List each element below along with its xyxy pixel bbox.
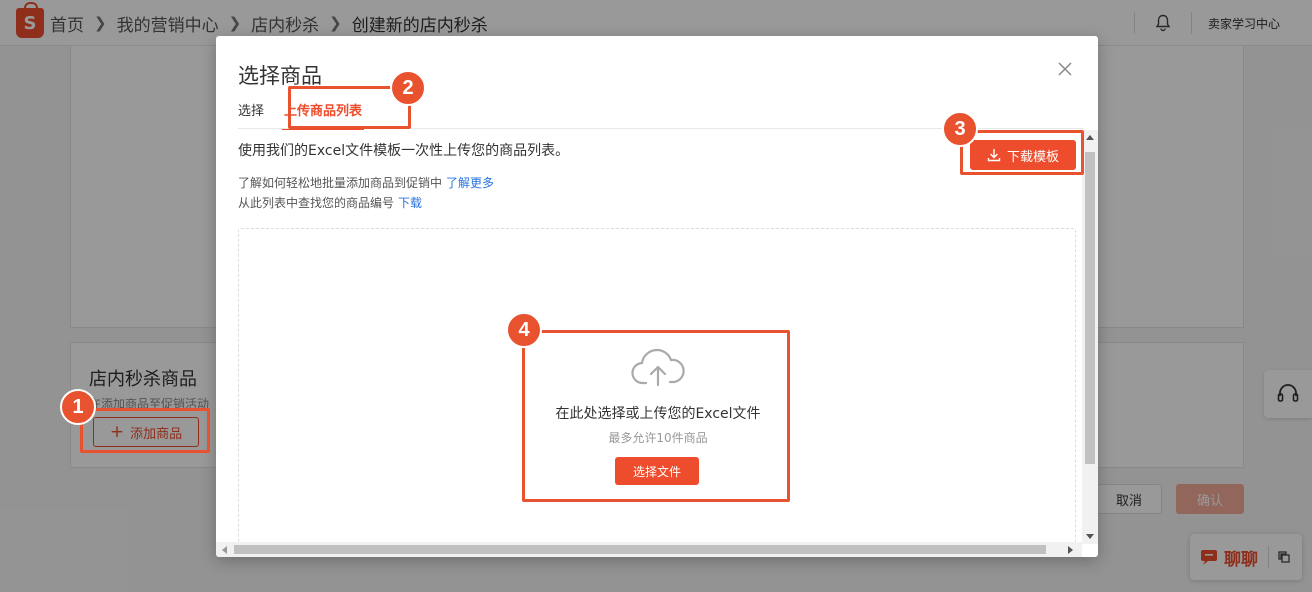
learn-more-link[interactable]: 了解更多 (446, 176, 494, 190)
upload-lead-text: 使用我们的Excel文件模板一次性上传您的商品列表。 (238, 143, 570, 159)
annotation-badge-2: 2 (390, 70, 426, 106)
hint-learn-more: 了解如何轻松地批量添加商品到促销中 了解更多 (238, 174, 494, 191)
annotation-badge-4: 4 (506, 312, 542, 348)
annotation-badge-1: 1 (60, 389, 96, 425)
hint-learn-more-text: 了解如何轻松地批量添加商品到促销中 (238, 176, 443, 190)
tab-select[interactable]: 选择 (238, 96, 264, 130)
scroll-left-icon[interactable] (222, 546, 227, 554)
annotation-box-add-product (80, 408, 210, 453)
download-product-list-link[interactable]: 下载 (398, 196, 422, 210)
scroll-down-icon[interactable] (1086, 534, 1094, 539)
scroll-right-icon[interactable] (1068, 546, 1073, 554)
hint-product-id: 从此列表中查找您的商品编号 下载 (238, 194, 422, 211)
vertical-scroll-thumb[interactable] (1085, 152, 1095, 464)
hint-product-id-text: 从此列表中查找您的商品编号 (238, 196, 395, 210)
close-icon[interactable] (1056, 60, 1074, 78)
scroll-up-icon[interactable] (1086, 135, 1094, 140)
annotation-badge-3: 3 (942, 111, 978, 147)
horizontal-scroll-thumb[interactable] (234, 545, 1046, 554)
horizontal-scrollbar[interactable] (216, 542, 1082, 557)
vertical-scrollbar[interactable] (1082, 130, 1098, 544)
annotation-box-download-template (960, 130, 1084, 175)
annotation-box-dropzone (522, 330, 790, 502)
